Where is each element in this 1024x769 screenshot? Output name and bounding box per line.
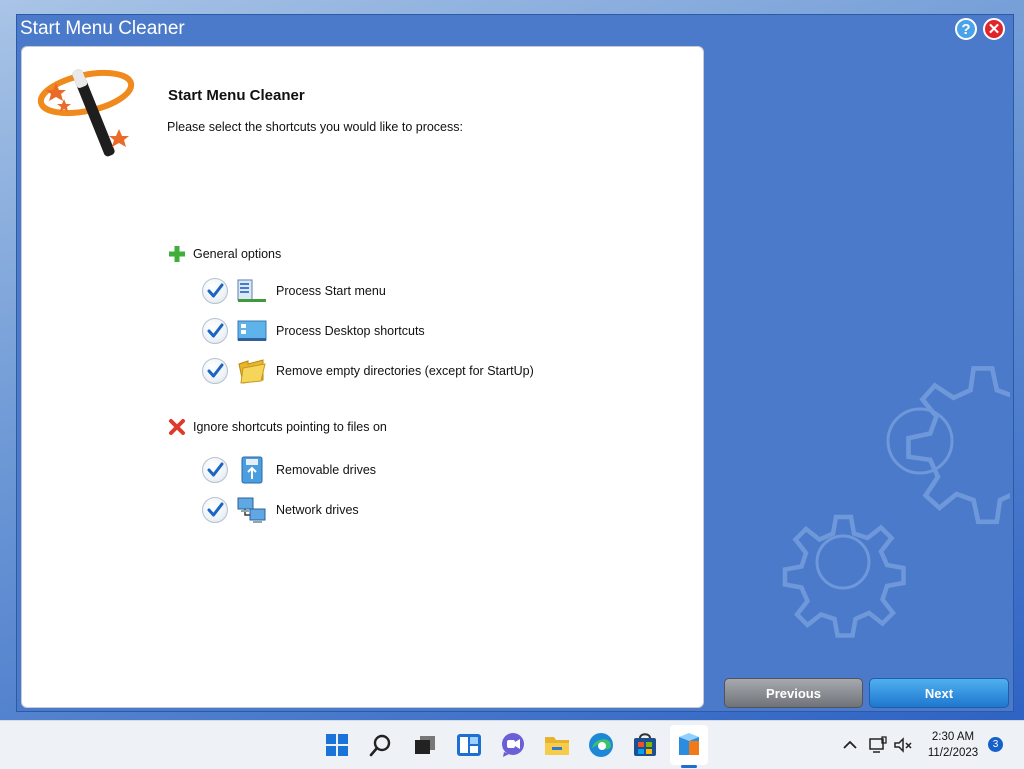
- option-label: Remove empty directories (except for Sta…: [276, 364, 534, 378]
- window-title: Start Menu Cleaner: [20, 18, 185, 39]
- taskbar-clock[interactable]: 2:30 AM 11/2/2023: [918, 729, 988, 761]
- magic-wand-icon: [37, 69, 135, 157]
- checkmark-icon: [207, 462, 224, 477]
- checkmark-icon: [207, 283, 224, 298]
- chat-icon[interactable]: [499, 731, 527, 759]
- content-panel: Start Menu Cleaner Please select the sho…: [21, 46, 704, 708]
- checkbox-remove-empty-directories[interactable]: [202, 358, 228, 384]
- option-label: Process Desktop shortcuts: [276, 324, 425, 338]
- help-button[interactable]: ?: [955, 18, 977, 40]
- network-drives-icon: [237, 496, 267, 524]
- start-menu-icon: [237, 277, 267, 305]
- checkbox-process-desktop-shortcuts[interactable]: [202, 318, 228, 344]
- task-view-icon[interactable]: [411, 731, 439, 759]
- checkbox-removable-drives[interactable]: [202, 457, 228, 483]
- checkbox-process-start-menu[interactable]: [202, 278, 228, 304]
- option-process-desktop-shortcuts[interactable]: Process Desktop shortcuts: [202, 317, 425, 345]
- edge-icon[interactable]: [587, 731, 615, 759]
- store-icon[interactable]: [631, 731, 659, 759]
- checkmark-icon: [207, 323, 224, 338]
- option-network-drives[interactable]: Network drives: [202, 496, 359, 524]
- volume-muted-icon[interactable]: [889, 731, 917, 759]
- ignore-shortcuts-label: Ignore shortcuts pointing to files on: [193, 420, 387, 434]
- taskbar: 2:30 AM 11/2/2023 3: [0, 720, 1024, 769]
- file-explorer-icon[interactable]: [543, 731, 571, 759]
- plus-icon: [167, 244, 187, 264]
- next-button[interactable]: Next: [869, 678, 1009, 708]
- notification-badge[interactable]: 3: [988, 737, 1003, 752]
- checkbox-network-drives[interactable]: [202, 497, 228, 523]
- option-process-start-menu[interactable]: Process Start menu: [202, 277, 386, 305]
- chevron-up-icon[interactable]: [836, 731, 864, 759]
- general-options-header: General options: [167, 244, 281, 264]
- gears-decoration-icon: [782, 366, 1010, 638]
- x-icon: [167, 417, 187, 437]
- search-icon[interactable]: [367, 731, 395, 759]
- close-button[interactable]: ✕: [983, 18, 1005, 40]
- option-label: Network drives: [276, 503, 359, 517]
- checkmark-icon: [207, 363, 224, 378]
- usb-drive-icon: [237, 456, 267, 484]
- app-cleaner-icon[interactable]: [675, 731, 703, 759]
- option-remove-empty-directories[interactable]: Remove empty directories (except for Sta…: [202, 357, 534, 385]
- folder-icon: [237, 357, 267, 385]
- general-options-label: General options: [193, 247, 282, 261]
- ignore-shortcuts-header: Ignore shortcuts pointing to files on: [167, 417, 387, 437]
- clock-date: 11/2/2023: [927, 747, 979, 759]
- clock-time: 2:30 AM: [931, 731, 975, 743]
- checkmark-icon: [207, 502, 224, 517]
- previous-button[interactable]: Previous: [724, 678, 863, 708]
- panel-subtitle: Please select the shortcuts you would li…: [167, 120, 463, 134]
- widgets-icon[interactable]: [455, 731, 483, 759]
- option-label: Removable drives: [276, 463, 377, 477]
- option-label: Process Start menu: [276, 284, 386, 298]
- panel-heading: Start Menu Cleaner: [168, 87, 305, 104]
- option-removable-drives[interactable]: Removable drives: [202, 456, 376, 484]
- desktop-icon: [237, 317, 267, 345]
- network-status-icon[interactable]: [864, 731, 892, 759]
- windows-start-icon[interactable]: [323, 731, 351, 759]
